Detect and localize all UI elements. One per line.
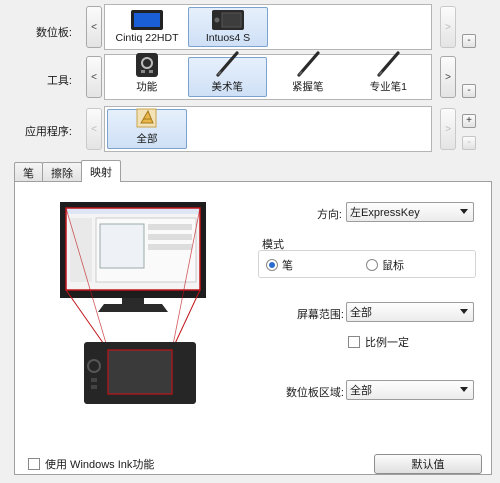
- tablet-tile-intuos[interactable]: Intuos4 S: [188, 7, 268, 47]
- app-add-button[interactable]: +: [462, 114, 476, 128]
- checkbox-icon: [28, 458, 40, 470]
- tablet-tile-label: Intuos4 S: [205, 32, 251, 44]
- default-button[interactable]: 默认值: [374, 454, 482, 474]
- windows-ink-label: 使用 Windows Ink功能: [45, 459, 155, 471]
- mapping-illustration: [60, 202, 206, 404]
- orientation-select[interactable]: 左ExpressKey: [346, 202, 474, 222]
- tablet-tile-label: Cintiq 22HDT: [115, 32, 179, 44]
- tab-pen[interactable]: 笔: [14, 162, 43, 182]
- radio-selected-icon: [266, 259, 278, 271]
- mode-mouse-radio[interactable]: 鼠标: [366, 257, 404, 273]
- settings-tabs: 笔 擦除 映射: [14, 160, 121, 182]
- windows-ink-checkbox[interactable]: 使用 Windows Ink功能: [28, 456, 154, 472]
- screen-area-label: 屏幕范围:: [296, 309, 344, 321]
- grip-pen-icon: [285, 50, 331, 78]
- proportional-label: 比例一定: [365, 337, 409, 349]
- tablet-strip: Cintiq 22HDT Intuos4 S: [104, 4, 432, 50]
- intuos-tablet-icon: [205, 8, 251, 31]
- orientation-value: 左ExpressKey: [350, 207, 420, 219]
- mode-pen-radio[interactable]: 笔: [266, 257, 293, 273]
- all-apps-icon: [124, 104, 170, 130]
- mode-pen-label: 笔: [282, 260, 293, 272]
- proportional-checkbox[interactable]: 比例一定: [348, 334, 409, 350]
- tablet-area-select[interactable]: 全部: [346, 380, 474, 400]
- mode-mouse-label: 鼠标: [382, 260, 404, 272]
- tool-next-button[interactable]: >: [440, 56, 456, 98]
- tool-tile-label: 专业笔1: [369, 81, 407, 93]
- app-prev-button[interactable]: <: [86, 108, 102, 150]
- tool-tile-functions[interactable]: 功能: [107, 53, 187, 97]
- art-pen-icon: [204, 50, 250, 78]
- tab-mapping[interactable]: 映射: [81, 160, 121, 182]
- tool-tile-grip-pen[interactable]: 紧握笔: [268, 51, 348, 97]
- express-keys-icon: [124, 52, 170, 78]
- screen-area-value: 全部: [350, 307, 372, 319]
- cintiq-display-icon: [124, 8, 170, 31]
- tool-tile-label: 功能: [136, 81, 158, 93]
- app-next-button[interactable]: >: [440, 108, 456, 150]
- app-tile-label: 全部: [136, 133, 158, 145]
- tool-remove-button[interactable]: -: [462, 84, 476, 98]
- app-tile-all[interactable]: 全部: [107, 108, 187, 149]
- tablet-tile-cintiq[interactable]: Cintiq 22HDT: [107, 7, 187, 47]
- tool-strip: 功能 美术笔 紧握笔 专业笔1: [104, 51, 432, 100]
- tablet-row-label: 数位板:: [35, 27, 72, 39]
- tool-tile-label: 美术笔: [211, 81, 244, 93]
- tool-prev-button[interactable]: <: [86, 56, 102, 98]
- tool-tile-art-pen[interactable]: 美术笔: [187, 51, 267, 97]
- tool-tile-pro-pen[interactable]: 专业笔1: [349, 51, 429, 97]
- pro-pen-icon: [365, 50, 411, 78]
- chevron-down-icon: [460, 209, 468, 214]
- tool-tile-label: 紧握笔: [292, 81, 324, 93]
- checkbox-icon: [348, 336, 360, 348]
- chevron-down-icon: [460, 387, 468, 392]
- app-strip: 全部: [104, 106, 432, 152]
- tool-row-label: 工具:: [46, 75, 72, 87]
- tablet-area-value: 全部: [350, 385, 372, 397]
- screen-area-select[interactable]: 全部: [346, 302, 474, 322]
- tablet-next-button[interactable]: >: [440, 6, 456, 48]
- app-row-label: 应用程序:: [24, 126, 72, 138]
- tablet-remove-button[interactable]: -: [462, 34, 476, 48]
- chevron-down-icon: [460, 309, 468, 314]
- tablet-area-label: 数位板区域:: [285, 387, 344, 399]
- tab-eraser[interactable]: 擦除: [42, 162, 82, 182]
- app-remove-button[interactable]: -: [462, 136, 476, 150]
- radio-unselected-icon: [366, 259, 378, 271]
- tablet-prev-button[interactable]: <: [86, 6, 102, 48]
- orientation-label: 方向:: [316, 209, 342, 221]
